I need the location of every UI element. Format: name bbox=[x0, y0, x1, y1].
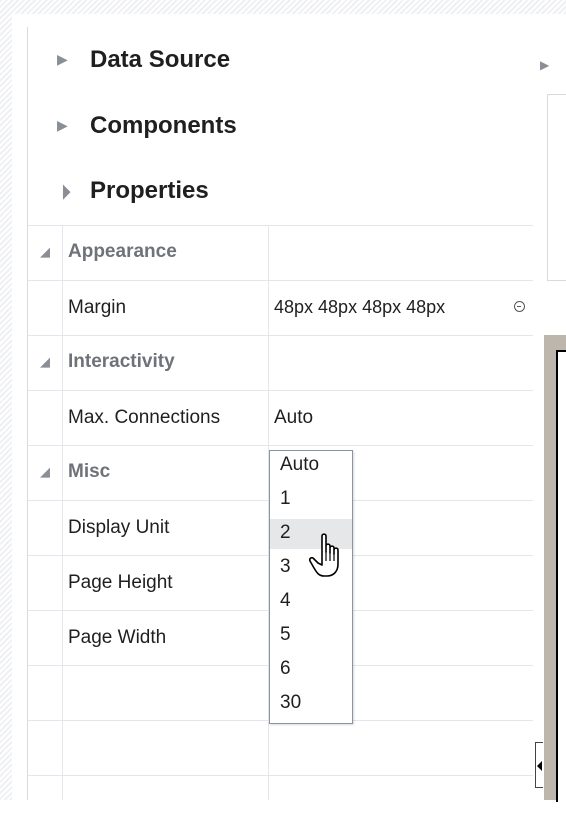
accordion-data-source[interactable]: ▶ Data Source bbox=[28, 27, 533, 96]
property-name: Display Unit bbox=[68, 517, 170, 538]
empty-row bbox=[28, 720, 533, 775]
triangle-down-icon: ◢ bbox=[40, 464, 50, 479]
accordion-label: Components bbox=[90, 112, 237, 139]
triangle-down-icon: ◢ bbox=[40, 244, 50, 259]
accordion-label: Data Source bbox=[90, 46, 231, 73]
empty-row bbox=[28, 775, 533, 830]
accordion-label: Properties bbox=[90, 177, 209, 204]
property-row-max-connections[interactable]: Max. Connections Auto bbox=[28, 390, 533, 445]
category-label: Misc bbox=[68, 461, 111, 482]
accordion-components[interactable]: ▶ Components bbox=[28, 95, 533, 160]
property-name: Page Height bbox=[68, 572, 173, 593]
dropdown-option[interactable]: 30 bbox=[270, 689, 352, 719]
dropdown-option[interactable]: Auto bbox=[270, 451, 352, 481]
triangle-right-icon[interactable]: ▶ bbox=[540, 58, 549, 72]
ellipsis-circle-icon[interactable] bbox=[514, 301, 525, 312]
canvas-box bbox=[547, 94, 566, 281]
category-interactivity[interactable]: ◢ Interactivity bbox=[28, 335, 533, 390]
property-name: Page Width bbox=[68, 627, 167, 648]
triangle-down-icon: ◢ bbox=[52, 181, 72, 201]
triangle-down-icon: ◢ bbox=[40, 354, 50, 369]
splitter-handle[interactable] bbox=[535, 742, 543, 788]
property-value[interactable]: 48px 48px 48px 48px bbox=[274, 297, 445, 318]
property-name: Max. Connections bbox=[68, 407, 221, 428]
triangle-right-icon: ▶ bbox=[57, 117, 68, 133]
triangle-right-icon: ▶ bbox=[57, 51, 68, 67]
left-border bbox=[0, 0, 12, 800]
hand-pointer-icon bbox=[308, 533, 339, 577]
property-row-margin[interactable]: Margin 48px 48px 48px 48px bbox=[28, 280, 533, 335]
category-appearance[interactable]: ◢ Appearance bbox=[28, 225, 533, 280]
dropdown-option[interactable]: 1 bbox=[270, 485, 352, 515]
canvas-page bbox=[556, 350, 566, 802]
max-connections-dropdown[interactable]: Auto 1 2 3 4 5 6 30 bbox=[269, 450, 353, 724]
top-border bbox=[0, 0, 566, 14]
property-value[interactable]: Auto bbox=[274, 407, 313, 429]
dropdown-option[interactable]: 4 bbox=[270, 587, 352, 617]
property-name: Margin bbox=[68, 297, 127, 318]
category-label: Interactivity bbox=[68, 351, 175, 372]
dropdown-option[interactable]: 6 bbox=[270, 655, 352, 685]
accordion-properties[interactable]: ◢ Properties bbox=[28, 159, 533, 224]
dropdown-option[interactable]: 5 bbox=[270, 621, 352, 651]
category-label: Appearance bbox=[68, 241, 177, 262]
